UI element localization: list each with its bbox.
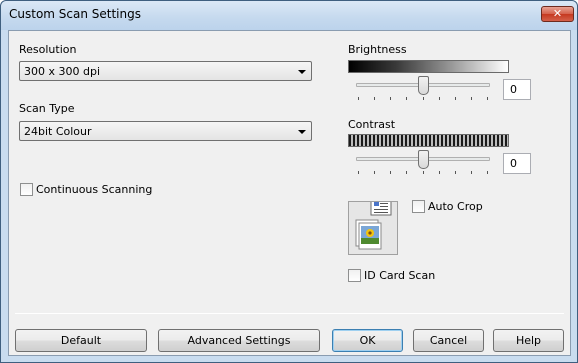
auto-crop-checkbox[interactable] [412,200,425,213]
ok-button[interactable]: OK [332,329,403,352]
resolution-value: 300 x 300 dpi [24,65,101,78]
custom-scan-settings-dialog: Custom Scan Settings ✕ Resolution 300 x … [0,0,578,363]
brightness-value: 0 [510,83,517,96]
resolution-dropdown[interactable]: 300 x 300 dpi [19,61,312,81]
help-button[interactable]: Help [493,329,564,352]
dialog-title: Custom Scan Settings [9,7,141,21]
auto-crop-label: Auto Crop [428,200,483,213]
button-row-separator [15,313,564,314]
chevron-down-icon [298,70,306,74]
close-icon: ✕ [552,7,563,20]
default-button[interactable]: Default [15,329,147,352]
continuous-scanning-checkbox[interactable] [20,183,33,196]
scan-type-value: 24bit Colour [24,125,92,138]
scan-type-label: Scan Type [19,102,75,115]
cancel-button[interactable]: Cancel [413,329,484,352]
resolution-label: Resolution [19,43,77,56]
contrast-pattern-bar [348,134,509,147]
brightness-gradient-bar [348,60,509,73]
dialog-body: Resolution 300 x 300 dpi Scan Type 24bit… [8,30,571,356]
document-photo-preview-icon [348,198,398,255]
scan-type-dropdown[interactable]: 24bit Colour [19,121,312,141]
chevron-down-icon [298,130,306,134]
brightness-label: Brightness [348,43,407,56]
brightness-slider-thumb[interactable] [418,76,429,95]
advanced-settings-button[interactable]: Advanced Settings [158,329,320,352]
contrast-value: 0 [510,157,517,170]
continuous-scanning-label: Continuous Scanning [36,183,153,196]
id-card-scan-label: ID Card Scan [364,269,436,282]
brightness-value-field[interactable]: 0 [503,79,531,100]
close-button[interactable]: ✕ [541,6,574,22]
title-bar[interactable]: Custom Scan Settings ✕ [1,1,577,30]
contrast-slider-thumb[interactable] [418,150,429,169]
contrast-label: Contrast [348,118,396,131]
id-card-scan-checkbox[interactable] [348,269,361,282]
contrast-value-field[interactable]: 0 [503,153,531,174]
